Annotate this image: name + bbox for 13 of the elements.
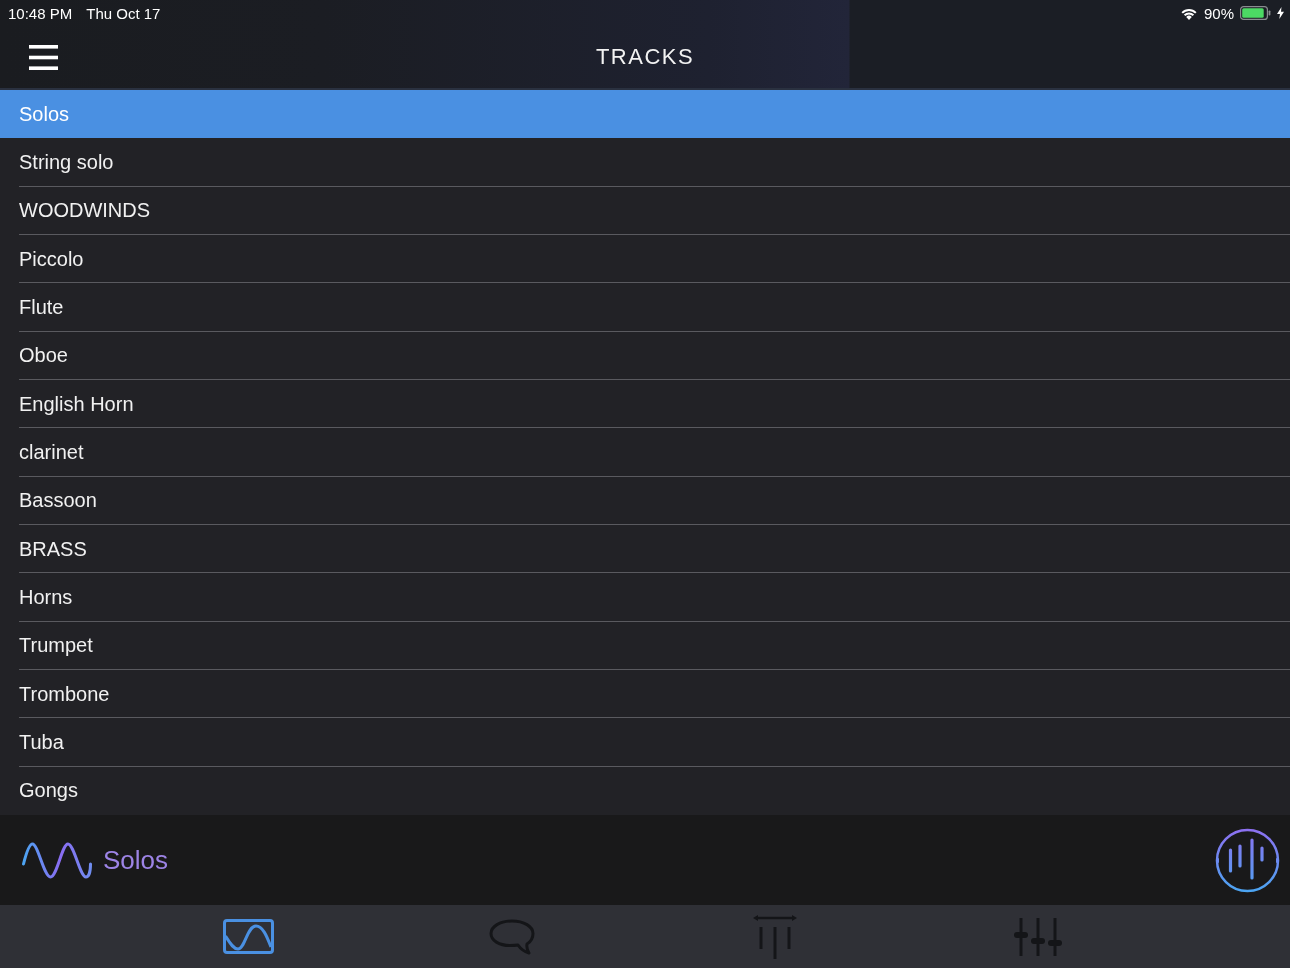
status-time: 10:48 PM [8,4,73,22]
now-playing-title: Solos [103,844,169,876]
sine-wave-icon [22,841,92,879]
battery-percent: 90% [1203,4,1234,22]
wifi-icon [1179,6,1198,20]
battery-icon [1240,6,1271,20]
status-date: Thu Oct 17 [86,4,161,22]
menu-icon[interactable] [29,44,58,70]
sound-bars-circle-icon[interactable] [1215,827,1280,893]
sliders-icon[interactable] [1013,916,1062,957]
nav-title: TRACKS [595,44,695,70]
sine-frame-icon[interactable] [223,919,274,954]
track-list-item[interactable]: Gongs [0,766,1290,815]
